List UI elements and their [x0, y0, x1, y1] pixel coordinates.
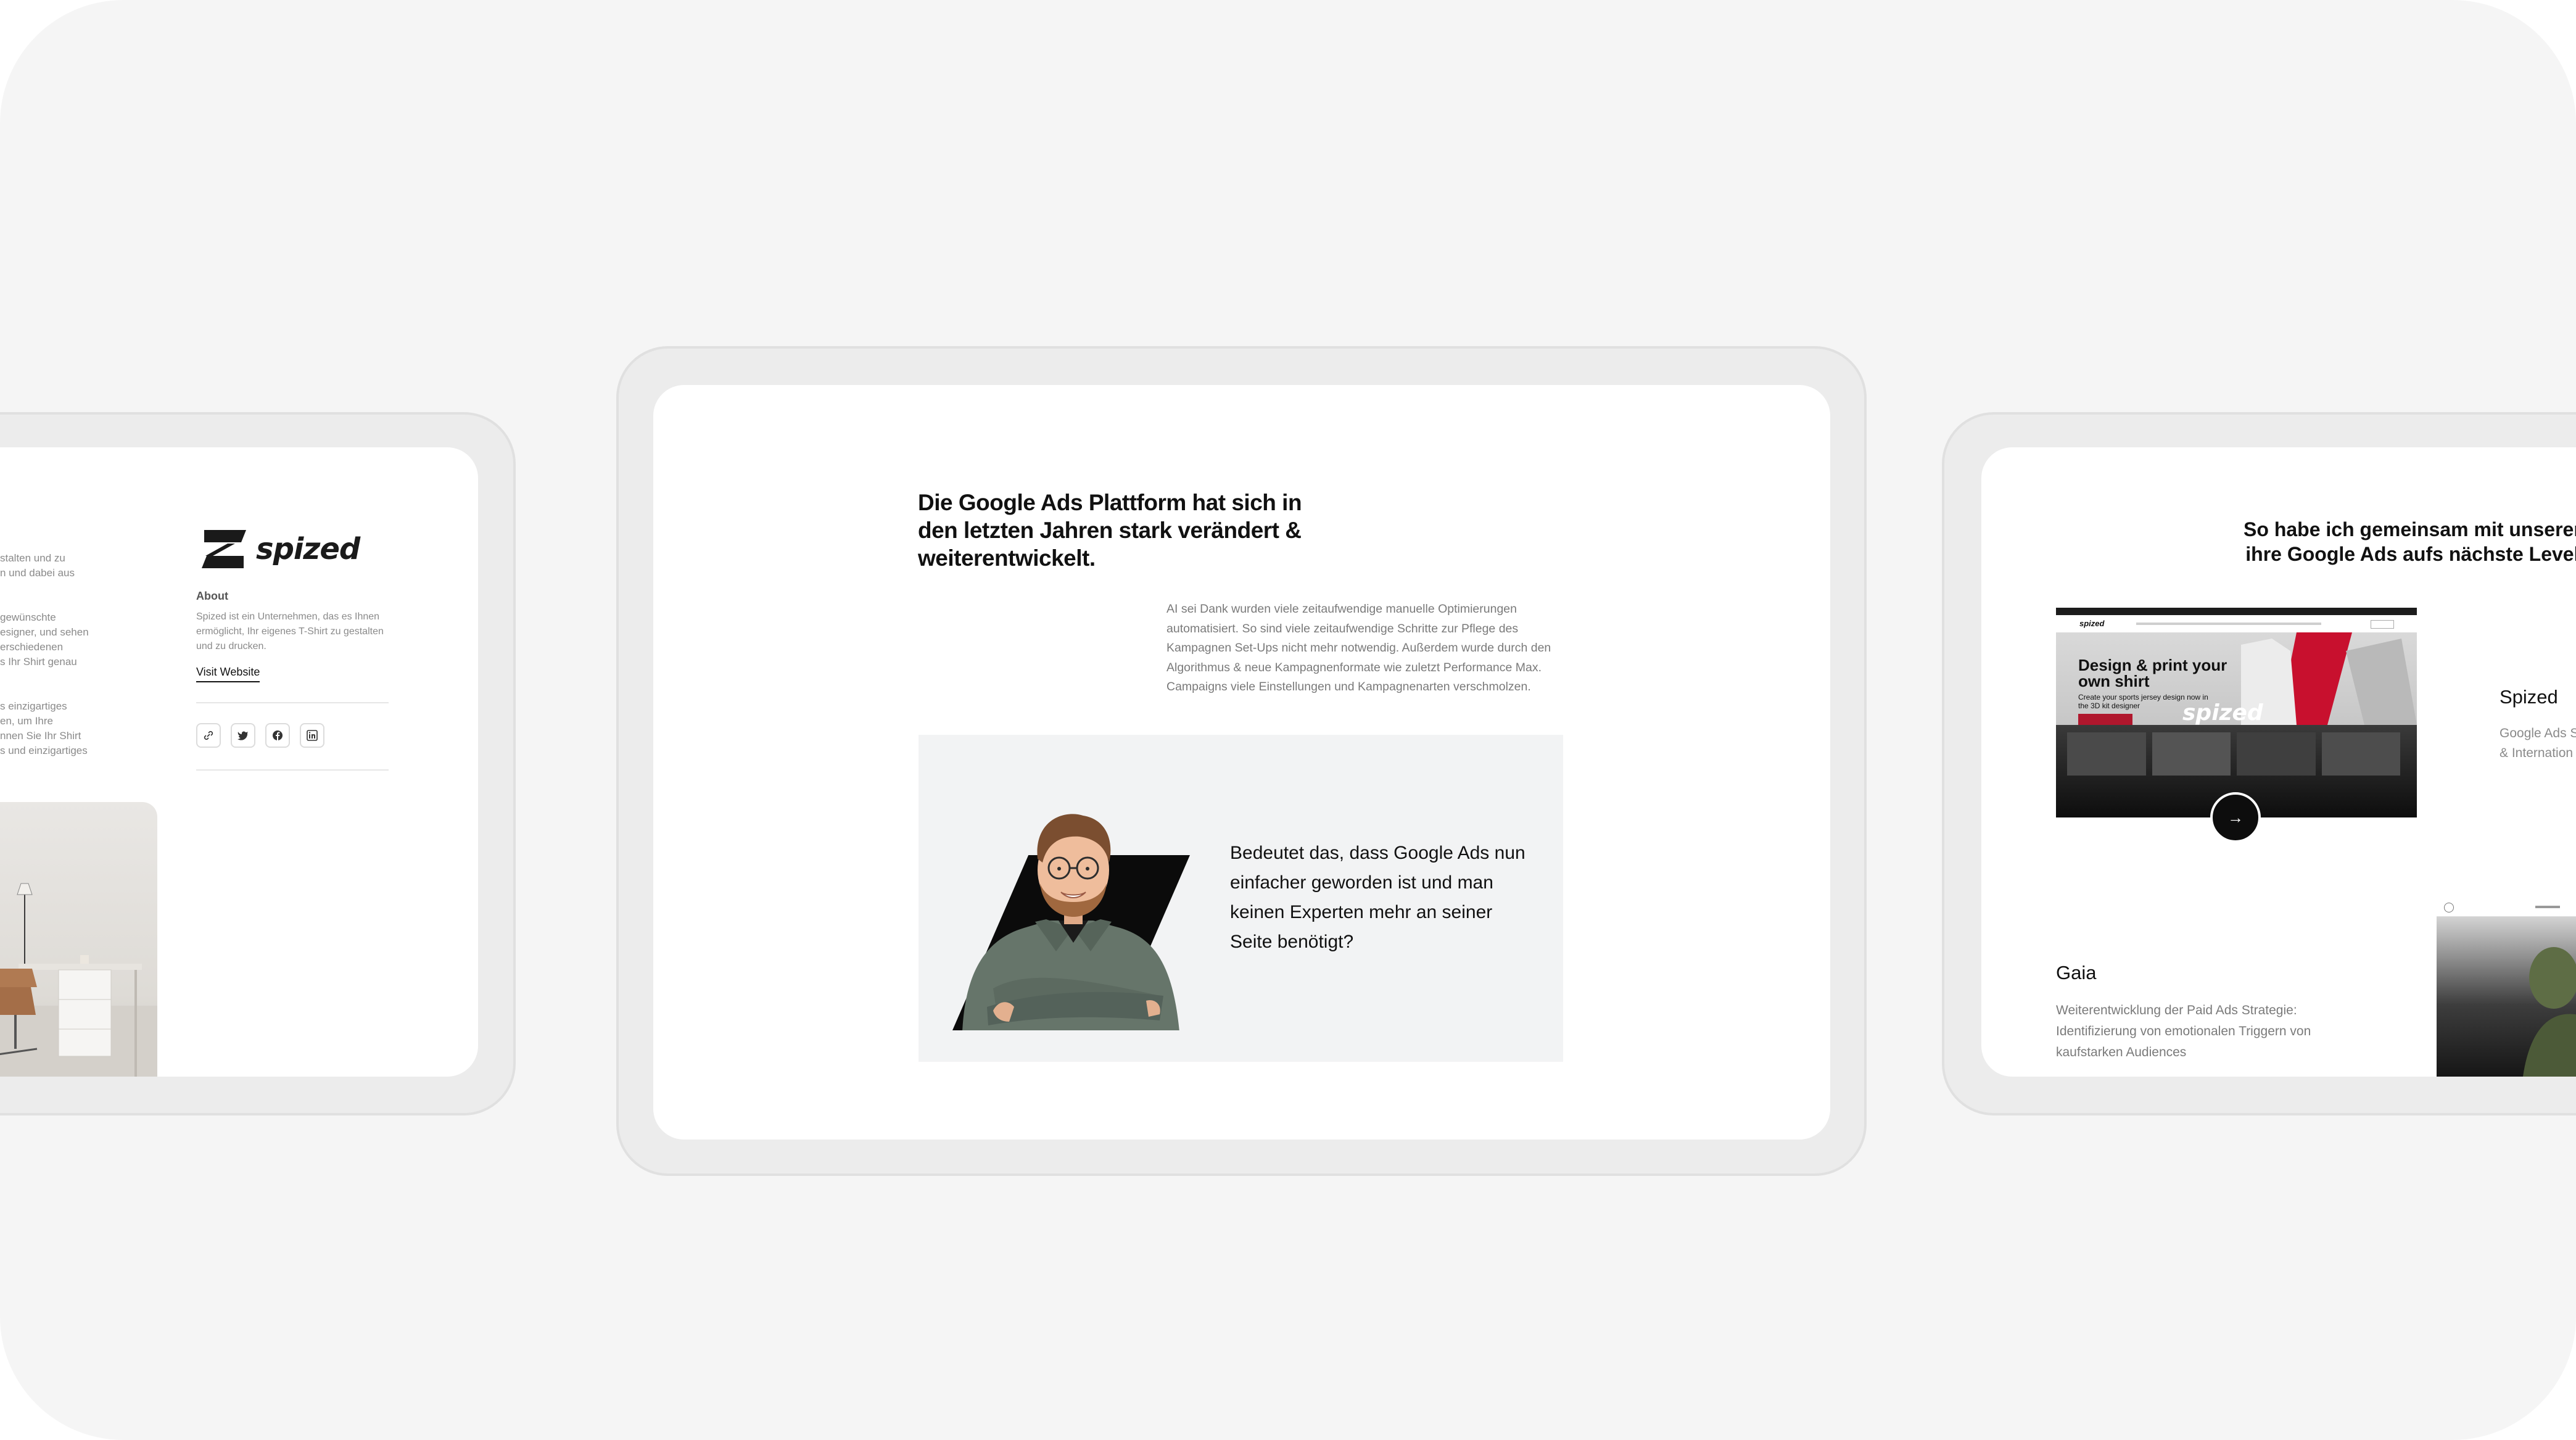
screenshot-navbar: spized	[2056, 615, 2417, 632]
case-studies-headline-line-1: So habe ich gemeinsam mit unseren Kun	[2244, 518, 2576, 540]
left-text-fragment: s einzigartiges	[0, 700, 67, 712]
case-desc-spized: Google Ads S & Internation	[2500, 726, 2576, 760]
about-heading: About	[196, 590, 228, 602]
left-text-fragment: gewünschte	[0, 611, 56, 623]
twitter-icon[interactable]	[231, 723, 255, 748]
section-body-text: AI sei Dank wurden viele zeitaufwendige …	[1166, 602, 1551, 693]
linkedin-icon[interactable]	[300, 723, 324, 748]
left-text-fragment: s Ihr Shirt genau	[0, 656, 77, 668]
spized-logo-icon	[202, 530, 246, 568]
spized-website-screenshot[interactable]: spized Design & print your own shirt Cre…	[2056, 608, 2417, 817]
case-title-gaia: Gaia	[2056, 962, 2097, 983]
screenshot-nav-logo: spized	[2079, 619, 2105, 628]
consultant-portrait	[962, 814, 1179, 1030]
showcase-stage: stalten und zu n und dabei aus gewünscht…	[0, 0, 2576, 1440]
about-text: Spized ist ein Unternehmen, das es Ihnen…	[196, 611, 384, 652]
left-text-fragment: en, um Ihre	[0, 715, 53, 727]
spized-logo: spized	[200, 529, 360, 569]
case-desc-gaia: Weiterentwicklung der Paid Ads Strategie…	[2056, 1003, 2311, 1059]
screenshot-topbar	[2056, 608, 2417, 615]
link-icon[interactable]	[196, 723, 221, 748]
case-studies-headline-line-2: ihre Google Ads aufs nächste Level gebr	[2245, 543, 2576, 565]
case-title-spized: Spized	[2500, 686, 2558, 708]
screenshot-hero-title: Design & print your own shirt	[2078, 656, 2227, 690]
screenshot-cta-button	[2078, 714, 2132, 725]
left-text-fragment: nnen Sie Ihr Shirt	[0, 730, 81, 742]
arrow-right-icon: →	[2227, 808, 2244, 827]
logo-wordmark: spized	[256, 532, 360, 566]
visit-website-link[interactable]: Visit Website	[196, 666, 260, 682]
divider	[196, 702, 389, 703]
gaia-screenshot-navbar	[2437, 898, 2576, 917]
section-headline: Die Google Ads Plattform hat sich in den…	[918, 490, 1302, 571]
office-photo	[0, 802, 157, 1077]
case-studies-headline: So habe ich gemeinsam mit unseren Kun ih…	[2221, 517, 2576, 566]
next-arrow-button[interactable]: →	[2210, 792, 2261, 843]
left-text-fragment: s und einzigartiges	[0, 745, 88, 756]
screenshot-hero-logo: spized	[2182, 700, 2263, 726]
left-text-fragment: erschiedenen	[0, 641, 64, 653]
left-text-fragment: esigner, und sehen	[0, 626, 89, 638]
facebook-icon[interactable]	[265, 723, 290, 748]
left-text-fragment: stalten und zu	[0, 552, 65, 564]
left-text-fragment: n und dabei aus	[0, 567, 75, 579]
divider	[196, 769, 389, 771]
gaia-website-screenshot[interactable]	[2437, 898, 2576, 1077]
quote-text: Bedeutet das, dass Google Ads nun einfac…	[1230, 843, 1525, 952]
